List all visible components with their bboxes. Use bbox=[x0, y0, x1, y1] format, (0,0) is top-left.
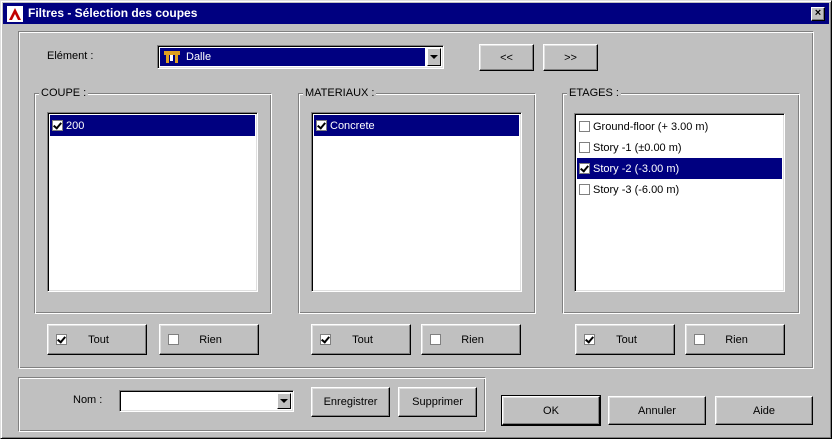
etages-item-label: Ground-floor (+ 3.00 m) bbox=[593, 120, 709, 133]
checkbox-checked-icon bbox=[584, 334, 595, 345]
checkbox-empty-icon bbox=[694, 334, 705, 345]
ok-button[interactable]: OK bbox=[501, 395, 601, 426]
close-button[interactable]: × bbox=[811, 7, 825, 21]
save-button[interactable]: Enregistrer bbox=[311, 387, 390, 417]
checkbox[interactable] bbox=[52, 120, 63, 131]
etages-legend: ETAGES : bbox=[567, 87, 621, 99]
help-label: Aide bbox=[752, 404, 776, 417]
element-selected-value: Dalle bbox=[160, 48, 425, 66]
list-item[interactable]: Story -2 (-3.00 m) bbox=[577, 158, 782, 179]
coupe-legend: COUPE : bbox=[39, 87, 89, 99]
etages-item-label: Story -2 (-3.00 m) bbox=[593, 162, 680, 175]
element-dropdown-button[interactable] bbox=[427, 48, 441, 66]
etages-list[interactable]: Ground-floor (+ 3.00 m) Story -1 (±0.00 … bbox=[574, 113, 785, 292]
etages-rien-label: Rien bbox=[725, 333, 748, 346]
coupe-rien-button[interactable]: Rien bbox=[159, 324, 259, 355]
next-button[interactable]: >> bbox=[543, 44, 598, 71]
list-item[interactable]: 200 bbox=[50, 115, 255, 136]
materiaux-legend: MATERIAUX : bbox=[303, 87, 377, 99]
materiaux-tout-button[interactable]: Tout bbox=[311, 324, 411, 355]
checkbox[interactable] bbox=[316, 120, 327, 131]
materiaux-rien-button[interactable]: Rien bbox=[421, 324, 521, 355]
cancel-button[interactable]: Annuler bbox=[608, 396, 706, 425]
etages-item-label: Story -1 (±0.00 m) bbox=[593, 141, 682, 154]
app-icon bbox=[7, 6, 23, 22]
checkbox[interactable] bbox=[579, 184, 590, 195]
title-bar[interactable]: Filtres - Sélection des coupes × bbox=[3, 3, 829, 24]
nom-label: Nom : bbox=[73, 394, 103, 406]
checkbox-checked-icon bbox=[56, 334, 67, 345]
close-icon: × bbox=[814, 7, 822, 19]
help-button[interactable]: Aide bbox=[715, 396, 813, 425]
checkbox-empty-icon bbox=[168, 334, 179, 345]
etages-rien-button[interactable]: Rien bbox=[685, 324, 785, 355]
slab-icon bbox=[164, 50, 180, 64]
list-item[interactable]: Concrete bbox=[314, 115, 519, 136]
materiaux-tout-label: Tout bbox=[352, 333, 373, 346]
filter-dialog: Filtres - Sélection des coupes × Elément… bbox=[0, 0, 832, 439]
checkbox[interactable] bbox=[579, 163, 590, 174]
window-title: Filtres - Sélection des coupes bbox=[28, 6, 198, 20]
cancel-label: Annuler bbox=[638, 404, 676, 417]
nom-dropdown-button[interactable] bbox=[277, 393, 291, 409]
element-label: Elément : bbox=[47, 50, 94, 62]
materiaux-rien-label: Rien bbox=[461, 333, 484, 346]
list-item[interactable]: Story -3 (-6.00 m) bbox=[577, 179, 782, 200]
element-value: Dalle bbox=[186, 51, 212, 63]
element-combo[interactable]: Dalle bbox=[157, 45, 444, 69]
chevron-down-icon bbox=[280, 399, 288, 403]
etages-tout-button[interactable]: Tout bbox=[575, 324, 675, 355]
save-label: Enregistrer bbox=[323, 396, 378, 408]
etages-tout-label: Tout bbox=[616, 333, 637, 346]
checkbox[interactable] bbox=[579, 142, 590, 153]
prev-label: << bbox=[500, 51, 513, 64]
coupe-tout-button[interactable]: Tout bbox=[47, 324, 147, 355]
list-item[interactable]: Ground-floor (+ 3.00 m) bbox=[577, 116, 782, 137]
coupe-rien-label: Rien bbox=[199, 333, 222, 346]
coupe-item-label: 200 bbox=[66, 119, 85, 132]
coupe-tout-label: Tout bbox=[88, 333, 109, 346]
materiaux-item-label: Concrete bbox=[330, 119, 375, 132]
nom-combo[interactable] bbox=[119, 390, 294, 412]
etages-item-label: Story -3 (-6.00 m) bbox=[593, 183, 680, 196]
checkbox[interactable] bbox=[579, 121, 590, 132]
ok-label: OK bbox=[543, 404, 559, 417]
list-item[interactable]: Story -1 (±0.00 m) bbox=[577, 137, 782, 158]
prev-button[interactable]: << bbox=[479, 44, 534, 71]
checkbox-empty-icon bbox=[430, 334, 441, 345]
delete-button[interactable]: Supprimer bbox=[398, 387, 477, 417]
coupe-list[interactable]: 200 bbox=[47, 112, 258, 292]
next-label: >> bbox=[564, 51, 577, 64]
delete-label: Supprimer bbox=[412, 396, 463, 408]
materiaux-list[interactable]: Concrete bbox=[311, 112, 522, 292]
chevron-down-icon bbox=[430, 55, 438, 59]
checkbox-checked-icon bbox=[320, 334, 331, 345]
